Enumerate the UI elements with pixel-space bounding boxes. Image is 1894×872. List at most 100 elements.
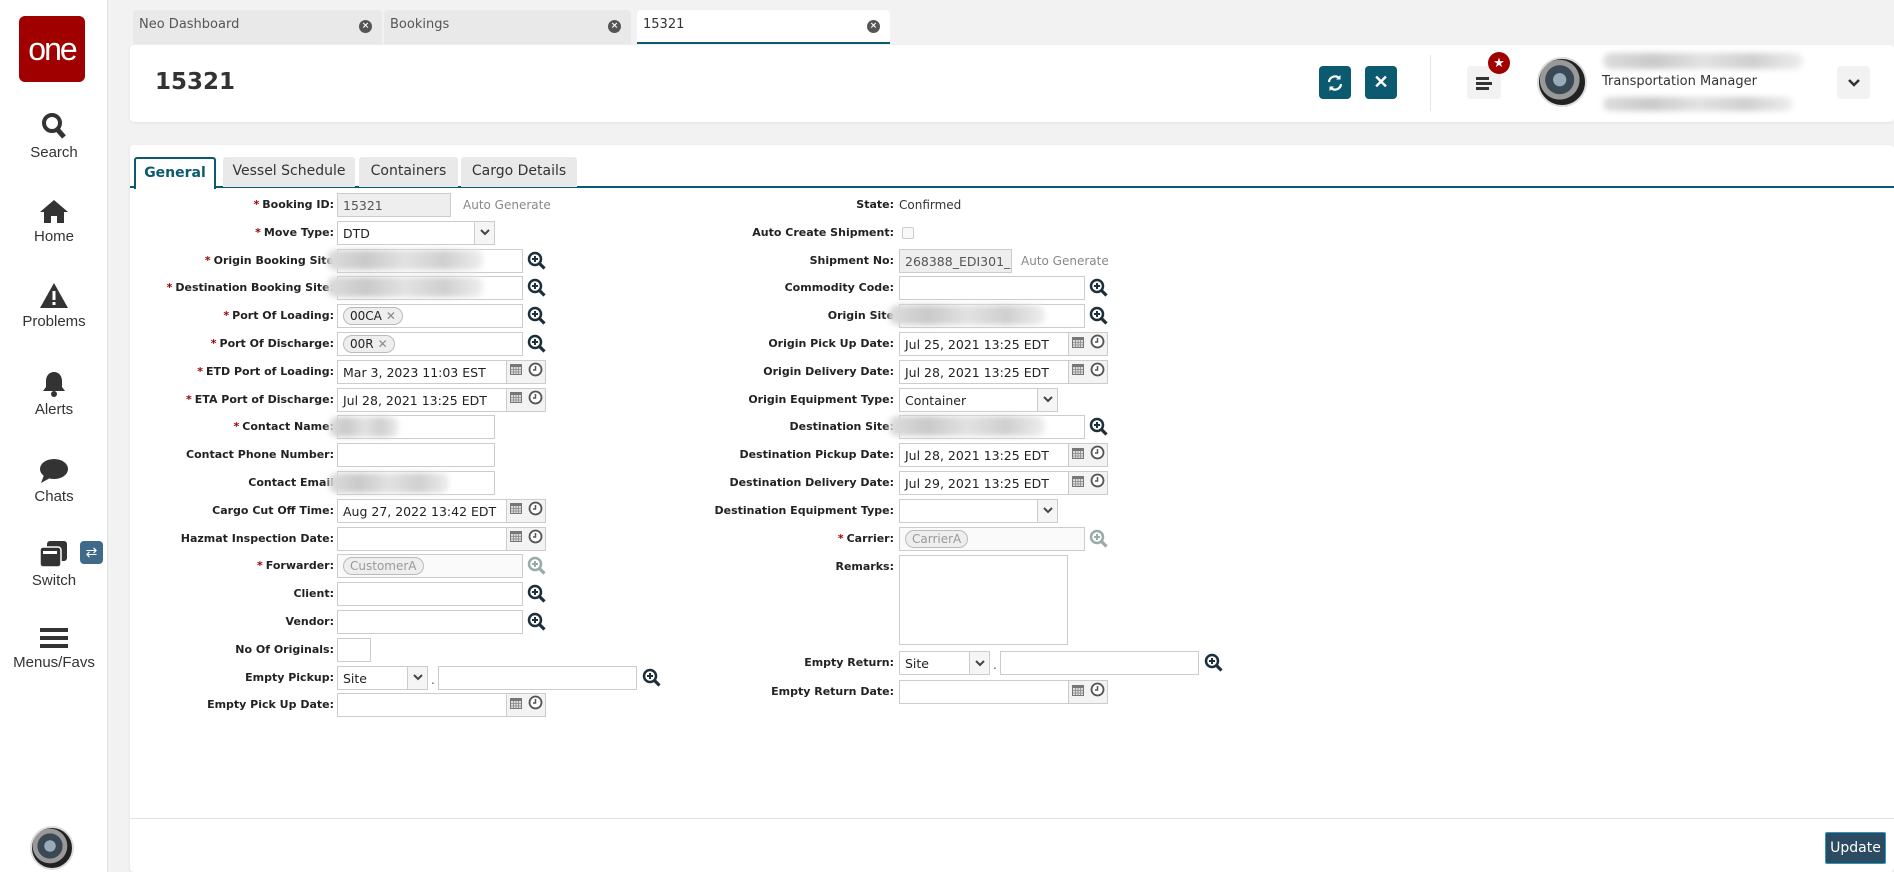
tab-general[interactable]: General bbox=[134, 157, 216, 189]
calendar-icon[interactable] bbox=[509, 390, 523, 409]
sidebar-item-search[interactable]: Search bbox=[0, 112, 108, 161]
field-label: Move Type: bbox=[263, 225, 334, 239]
lookup-magnifier-icon[interactable] bbox=[526, 305, 548, 327]
page-title: 15321 bbox=[155, 69, 236, 95]
field-label: Origin Equipment Type: bbox=[748, 392, 894, 406]
calendar-icon[interactable] bbox=[1071, 362, 1085, 381]
lookup-magnifier-icon[interactable] bbox=[526, 250, 548, 272]
move-type-select[interactable]: DTD bbox=[337, 220, 495, 245]
sidebar-item-chats[interactable]: Chats bbox=[0, 458, 108, 505]
destination-delivery-date-date-field[interactable]: Jul 29, 2021 13:25 EDT bbox=[899, 471, 1069, 495]
calendar-icon[interactable] bbox=[509, 696, 523, 715]
close-tab-icon[interactable]: × bbox=[608, 20, 621, 33]
date-time-picker-buttons bbox=[507, 359, 546, 384]
app-logo[interactable]: one bbox=[19, 16, 85, 82]
sidebar-item-menus-favs[interactable]: Menus/Favs bbox=[0, 626, 108, 671]
clock-icon[interactable] bbox=[528, 529, 543, 549]
refresh-button[interactable] bbox=[1319, 66, 1351, 99]
port-of-loading-lookup-field[interactable]: 00CA ✕ bbox=[337, 304, 523, 329]
destination-equipment-type-select[interactable] bbox=[899, 498, 1058, 523]
auto-create-shipment-checkbox[interactable] bbox=[902, 226, 914, 239]
calendar-icon[interactable] bbox=[509, 362, 523, 381]
sidebar-user-avatar[interactable] bbox=[30, 826, 74, 870]
clock-icon[interactable] bbox=[528, 362, 543, 382]
required-asterisk: * bbox=[204, 253, 211, 267]
calendar-icon[interactable] bbox=[1071, 335, 1085, 354]
sidebar: one Search Home Problems Alerts Chats Switch M… bbox=[0, 0, 108, 872]
user-menu-dropdown[interactable] bbox=[1837, 66, 1870, 99]
cargo-cut-off-time-date-field[interactable]: Aug 27, 2022 13:42 EDT bbox=[337, 498, 507, 523]
calendar-icon[interactable] bbox=[1071, 446, 1085, 465]
tab-cargo-details[interactable]: Cargo Details bbox=[461, 157, 577, 187]
field-label: Empty Pickup: bbox=[245, 670, 334, 684]
remove-chip-icon[interactable]: ✕ bbox=[386, 309, 396, 323]
lookup-magnifier-icon[interactable] bbox=[1088, 277, 1110, 299]
eta-port-of-discharge-date-field[interactable]: Jul 28, 2021 13:25 EDT bbox=[337, 387, 507, 412]
favorites-star-badge[interactable]: ★ bbox=[1488, 52, 1510, 74]
empty-return-type-select[interactable]: Site bbox=[899, 651, 990, 675]
no-of-originals-input[interactable] bbox=[337, 637, 371, 662]
etd-port-of-loading-date-field[interactable]: Mar 3, 2023 11:03 EST bbox=[337, 359, 507, 384]
calendar-icon[interactable] bbox=[1071, 683, 1085, 702]
field-label: Remarks: bbox=[835, 560, 894, 573]
sidebar-item-home[interactable]: Home bbox=[0, 198, 108, 245]
field-label: Commodity Code: bbox=[784, 281, 894, 295]
origin-equipment-type-select[interactable]: Container bbox=[899, 387, 1058, 412]
vendor-lookup-field[interactable] bbox=[337, 610, 523, 634]
booking-id-label: * Booking ID: bbox=[253, 198, 334, 211]
clock-icon[interactable] bbox=[1090, 682, 1105, 702]
clock-icon[interactable] bbox=[528, 390, 543, 410]
calendar-icon[interactable] bbox=[509, 529, 523, 548]
client-lookup-field[interactable] bbox=[337, 582, 523, 607]
tab-containers[interactable]: Containers bbox=[359, 157, 458, 187]
clock-icon[interactable] bbox=[1090, 334, 1105, 354]
user-avatar[interactable] bbox=[1537, 57, 1587, 107]
chip-label: CustomerA bbox=[350, 559, 417, 574]
switch-arrows-icon[interactable]: ⇄ bbox=[80, 541, 103, 564]
empty-pickup-type-select[interactable]: Site bbox=[337, 665, 428, 690]
required-asterisk: * bbox=[166, 281, 173, 295]
lookup-magnifier-icon[interactable] bbox=[526, 611, 548, 633]
tab-vessel-schedule[interactable]: Vessel Schedule bbox=[223, 157, 355, 187]
lookup-magnifier-icon[interactable] bbox=[641, 667, 663, 689]
field-label: Hazmat Inspection Date: bbox=[180, 531, 334, 545]
page-tab-neo-dashboard[interactable]: Neo Dashboard × bbox=[133, 10, 382, 44]
port-of-discharge-lookup-field[interactable]: 00R ✕ bbox=[337, 332, 523, 356]
hazmat-inspection-date-date-field[interactable] bbox=[337, 526, 507, 551]
origin-pick-up-date-date-field[interactable]: Jul 25, 2021 13:25 EDT bbox=[899, 332, 1069, 356]
empty-pickup-lookup-field[interactable] bbox=[438, 665, 637, 690]
commodity-code-lookup-field[interactable] bbox=[899, 276, 1085, 301]
clock-icon[interactable] bbox=[528, 695, 543, 715]
lookup-magnifier-icon[interactable] bbox=[1088, 416, 1110, 438]
empty-return-lookup-field[interactable] bbox=[1000, 651, 1199, 675]
origin-delivery-date-date-field[interactable]: Jul 28, 2021 13:25 EDT bbox=[899, 359, 1069, 384]
close-tab-icon[interactable]: × bbox=[359, 20, 372, 33]
empty-pick-up-date-date-field[interactable] bbox=[337, 693, 507, 718]
lookup-magnifier-icon[interactable] bbox=[526, 333, 548, 355]
sidebar-item-alerts[interactable]: Alerts bbox=[0, 370, 108, 418]
close-tab-icon[interactable]: × bbox=[867, 20, 880, 33]
update-button[interactable]: Update bbox=[1825, 832, 1886, 864]
field-label: Contact Name: bbox=[242, 420, 334, 434]
calendar-icon[interactable] bbox=[1071, 474, 1085, 493]
remove-chip-icon[interactable]: ✕ bbox=[378, 337, 388, 351]
close-button[interactable]: ✕ bbox=[1365, 66, 1397, 99]
clock-icon[interactable] bbox=[1090, 473, 1105, 493]
field-label: Origin Site bbox=[827, 309, 894, 323]
destination-pickup-date-date-field[interactable]: Jul 28, 2021 13:25 EDT bbox=[899, 443, 1069, 468]
empty-return-date-date-field[interactable] bbox=[899, 680, 1069, 704]
clock-icon[interactable] bbox=[1090, 362, 1105, 382]
remarks-textarea[interactable] bbox=[899, 555, 1068, 645]
destination-booking-site-redacted-value bbox=[327, 277, 483, 298]
lookup-magnifier-icon[interactable] bbox=[526, 277, 548, 299]
lookup-magnifier-icon[interactable] bbox=[1203, 652, 1225, 674]
calendar-icon[interactable] bbox=[509, 501, 523, 520]
lookup-magnifier-icon[interactable] bbox=[1088, 305, 1110, 327]
sidebar-item-problems[interactable]: Problems bbox=[0, 282, 108, 330]
contact-phone-number-input[interactable] bbox=[337, 443, 495, 468]
lookup-magnifier-icon[interactable] bbox=[526, 583, 548, 605]
page-tab-15321[interactable]: 15321 × bbox=[637, 10, 890, 44]
clock-icon[interactable] bbox=[528, 501, 543, 521]
page-tab-bookings[interactable]: Bookings × bbox=[384, 10, 631, 44]
clock-icon[interactable] bbox=[1090, 445, 1105, 465]
